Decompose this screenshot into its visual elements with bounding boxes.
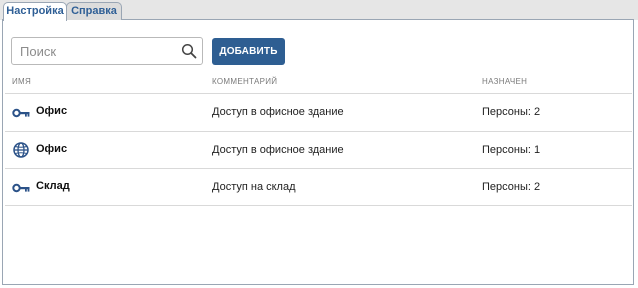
row-name: Офис	[36, 105, 68, 117]
search-input[interactable]	[20, 42, 180, 60]
tab-bar: Настройка Справка	[0, 0, 638, 21]
search-icon[interactable]	[181, 43, 197, 59]
table-row[interactable]: Склад Доступ на склад Персоны: 2	[5, 169, 632, 206]
column-header-name[interactable]: ИМЯ	[12, 77, 31, 86]
row-comment: Доступ на склад	[212, 181, 296, 193]
row-name: Офис	[36, 143, 68, 155]
search-field[interactable]	[11, 37, 203, 65]
tab-help[interactable]: Справка	[66, 2, 122, 20]
row-assigned: Персоны: 2	[482, 106, 541, 118]
row-name: Склад	[36, 180, 70, 192]
tab-settings[interactable]: Настройка	[3, 2, 67, 21]
table-row[interactable]: Офис Доступ в офисное здание Персоны: 2	[5, 94, 632, 131]
row-comment: Доступ в офисное здание	[212, 144, 344, 156]
row-assigned: Персоны: 1	[482, 144, 541, 156]
table-row[interactable]: Офис Доступ в офисное здание Персоны: 1	[5, 132, 632, 169]
row-comment: Доступ в офисное здание	[212, 106, 344, 118]
key-icon	[12, 183, 30, 193]
row-divider	[5, 205, 632, 206]
add-button[interactable]: ДОБАВИТЬ	[212, 38, 285, 65]
column-header-assigned[interactable]: НАЗНАЧЕН	[482, 77, 527, 86]
globe-icon	[13, 142, 29, 158]
key-icon	[12, 108, 30, 118]
column-header-comment[interactable]: КОММЕНТАРИЙ	[212, 77, 277, 86]
row-assigned: Персоны: 2	[482, 181, 541, 193]
